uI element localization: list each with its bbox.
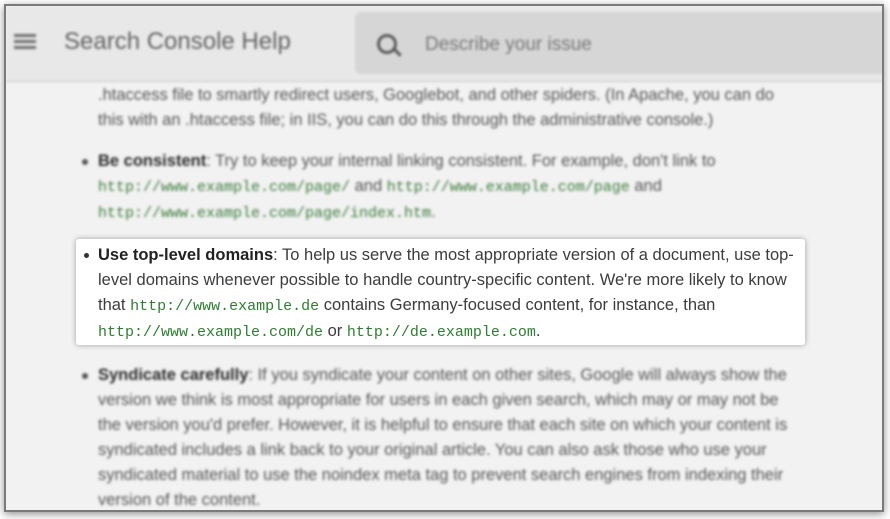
- consistent-url-1[interactable]: http://www.example.com/page/: [98, 179, 350, 196]
- top-level-text: Use top-level domains: To help us serve …: [98, 243, 798, 345]
- consistent-title: Be consistent: [98, 152, 207, 170]
- syndicate-title: Syndicate carefully: [98, 366, 249, 384]
- consistent-and-2: and: [629, 177, 662, 195]
- menu-icon[interactable]: [14, 34, 36, 50]
- toplevel-text-2: contains Germany-focused content, for in…: [319, 296, 716, 314]
- consistent-url-3[interactable]: http://www.example.com/page/index.htm: [98, 205, 431, 222]
- header-bar: Search Console Help Describe your issue: [6, 6, 882, 82]
- bullet-syndicate: [82, 373, 88, 379]
- list-item-syndicate: Syndicate carefully: If you syndicate yo…: [98, 363, 803, 510]
- search-icon[interactable]: [377, 34, 397, 54]
- toplevel-url-de-subdomain[interactable]: http://de.example.com: [347, 324, 536, 341]
- syndicate-text: : If you syndicate your content on other…: [98, 366, 788, 509]
- site-title[interactable]: Search Console Help: [64, 28, 291, 56]
- consistent-url-2[interactable]: http://www.example.com/page: [387, 179, 630, 196]
- toplevel-url-de[interactable]: http://www.example.de: [130, 298, 319, 315]
- consistent-end: .: [431, 203, 436, 221]
- article-content: .htaccess file to smartly redirect users…: [6, 81, 882, 510]
- help-page-frame: Search Console Help Describe your issue …: [4, 4, 884, 512]
- consistent-text: : Try to keep your internal linking cons…: [206, 152, 716, 170]
- search-placeholder[interactable]: Describe your issue: [425, 34, 592, 56]
- consistent-and-1: and: [350, 177, 387, 195]
- toplevel-end: .: [535, 322, 541, 340]
- list-item-consistent: Be consistent: Try to keep your internal…: [98, 149, 803, 226]
- highlighted-list-item-top-level-domains: Use top-level domains: To help us serve …: [76, 239, 805, 345]
- paragraph-htaccess: .htaccess file to smartly redirect users…: [98, 86, 774, 129]
- toplevel-or: or: [323, 322, 347, 340]
- bullet-top-level: [84, 253, 89, 258]
- bullet-consistent: [82, 159, 88, 165]
- toplevel-title: Use top-level domains: [98, 246, 274, 264]
- toplevel-url-com-de[interactable]: http://www.example.com/de: [98, 324, 323, 341]
- search-box[interactable]: Describe your issue: [355, 12, 882, 74]
